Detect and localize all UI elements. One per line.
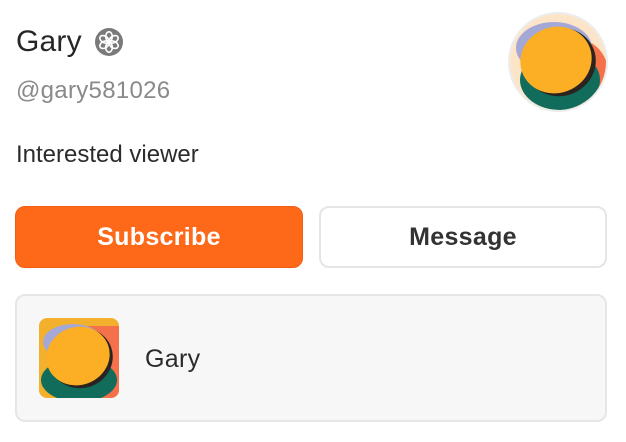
subscribe-button[interactable]: Subscribe — [15, 206, 303, 268]
publication-card[interactable]: Gary — [15, 294, 607, 422]
avatar[interactable] — [510, 14, 606, 110]
message-button[interactable]: Message — [319, 206, 607, 268]
profile-card: Gary @gary581026 Interested viewer Subsc… — [0, 0, 626, 442]
publication-logo — [39, 318, 119, 398]
user-handle: @gary581026 — [16, 77, 171, 104]
user-bio: Interested viewer — [16, 141, 199, 168]
display-name: Gary — [16, 25, 82, 58]
name-row: Gary — [16, 22, 124, 62]
publication-name: Gary — [145, 345, 201, 373]
verified-flower-icon — [94, 27, 124, 57]
